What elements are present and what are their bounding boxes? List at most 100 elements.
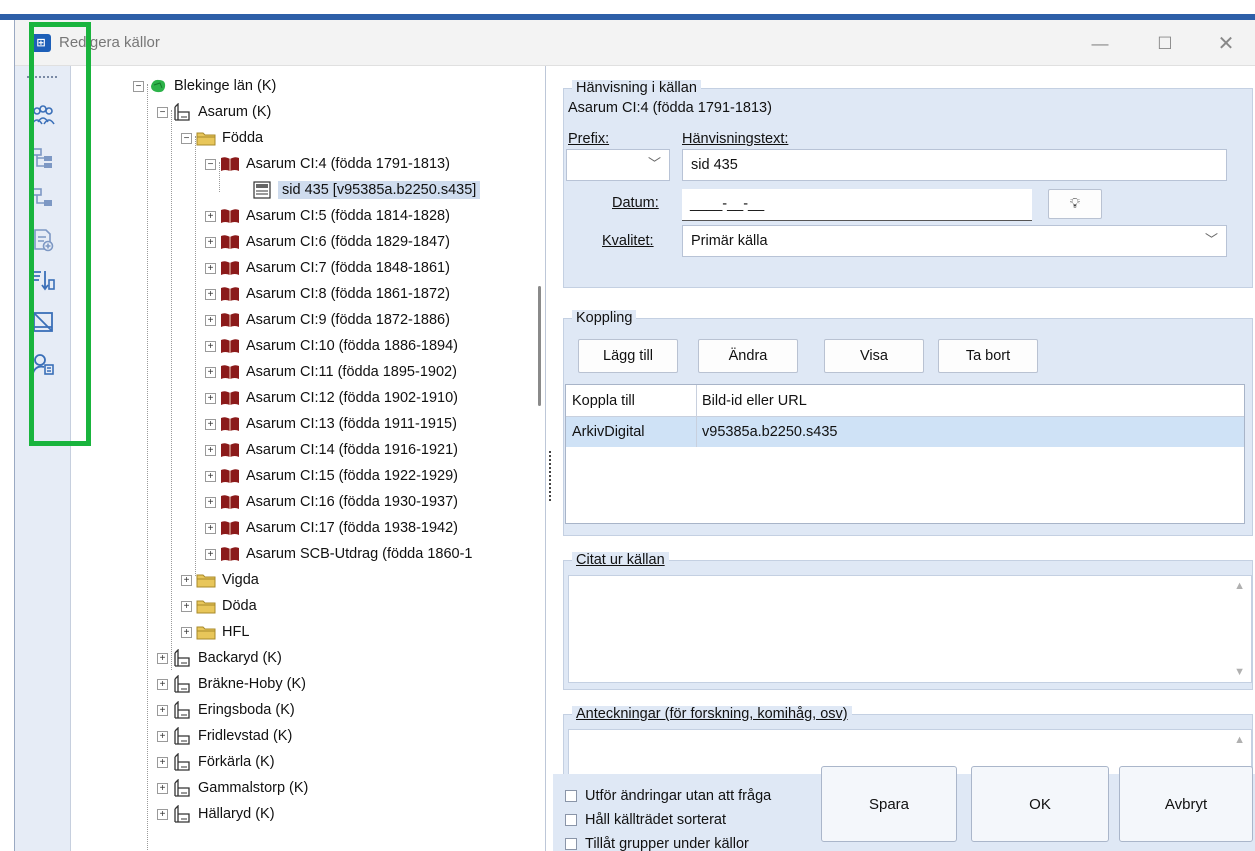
expand-icon[interactable]: +: [205, 418, 216, 430]
tree-item[interactable]: + Bräkne-Hoby (K): [157, 671, 306, 697]
expand-icon[interactable]: +: [205, 444, 216, 456]
tree-item[interactable]: + Förkärla (K): [157, 749, 275, 775]
edit-link-button[interactable]: Ändra: [698, 339, 798, 373]
tree-item[interactable]: + Asarum CI:10 (födda 1886-1894): [205, 333, 458, 359]
tree-item[interactable]: + Fridlevstad (K): [157, 723, 292, 749]
people-icon[interactable]: [29, 102, 57, 130]
close-button[interactable]: ✕: [1203, 30, 1249, 58]
tree-item[interactable]: − Asarum (K): [157, 99, 271, 125]
tree-item[interactable]: + Asarum CI:7 (födda 1848-1861): [205, 255, 450, 281]
collapse-icon[interactable]: −: [181, 132, 192, 144]
scroll-up-icon[interactable]: ▲: [1234, 734, 1245, 746]
tree-item[interactable]: + Backaryd (K): [157, 645, 282, 671]
sort-icon[interactable]: [29, 266, 57, 294]
tree-item[interactable]: + Hällaryd (K): [157, 801, 275, 827]
expand-icon[interactable]: +: [205, 392, 216, 404]
column-header-link-to[interactable]: Koppla till: [566, 385, 696, 416]
tree-item[interactable]: + Asarum CI:9 (födda 1872-1886): [205, 307, 450, 333]
expand-icon[interactable]: +: [157, 756, 168, 768]
tree-item[interactable]: + Asarum CI:14 (födda 1916-1921): [205, 437, 458, 463]
tree-item[interactable]: + Vigda: [181, 567, 259, 593]
quote-textarea[interactable]: ▲ ▼: [568, 575, 1252, 683]
expand-icon[interactable]: +: [205, 548, 216, 560]
show-link-button[interactable]: Visa: [824, 339, 924, 373]
keep-sorted-checkbox[interactable]: [565, 814, 577, 826]
tree-item[interactable]: + Asarum CI:15 (födda 1922-1929): [205, 463, 458, 489]
tree-item[interactable]: − Födda: [181, 125, 263, 151]
expand-icon[interactable]: +: [205, 236, 216, 248]
tree-item[interactable]: − Blekinge län (K): [133, 73, 276, 99]
expand-icon[interactable]: +: [157, 808, 168, 820]
tree-item[interactable]: + Asarum CI:11 (födda 1895-1902): [205, 359, 457, 385]
column-divider[interactable]: [696, 385, 697, 447]
folder-icon: [196, 597, 216, 615]
tree-item[interactable]: + Asarum CI:8 (födda 1861-1872): [205, 281, 450, 307]
date-input[interactable]: ____-__-__: [682, 189, 1032, 221]
tree-item[interactable]: + Gammalstorp (K): [157, 775, 308, 801]
table-row[interactable]: ArkivDigital v95385a.b2250.s435: [566, 417, 1244, 447]
add-document-icon[interactable]: [29, 226, 57, 254]
quality-select[interactable]: Primär källa ﹀: [682, 225, 1227, 257]
expand-icon[interactable]: +: [205, 288, 216, 300]
add-link-button[interactable]: Lägg till: [578, 339, 678, 373]
tree-child-icon[interactable]: [29, 184, 57, 212]
expand-icon[interactable]: +: [205, 470, 216, 482]
tree-item[interactable]: + Asarum CI:13 (födda 1911-1915): [205, 411, 457, 437]
minimize-button[interactable]: —: [1077, 30, 1123, 58]
prefix-select[interactable]: ﹀: [566, 149, 670, 181]
collapse-icon[interactable]: −: [133, 80, 144, 92]
allow-groups-checkbox-row[interactable]: Tillåt grupper under källor: [565, 836, 749, 851]
tree-structure-icon[interactable]: [29, 144, 57, 172]
ok-button[interactable]: OK: [971, 766, 1109, 842]
expand-icon[interactable]: +: [157, 704, 168, 716]
book-icon: [220, 545, 240, 563]
allow-groups-checkbox[interactable]: [565, 838, 577, 850]
delete-frame-icon[interactable]: [29, 308, 57, 336]
tree-item[interactable]: + Eringsboda (K): [157, 697, 295, 723]
cancel-button[interactable]: Avbryt: [1119, 766, 1253, 842]
tree-vertical-scrollbar[interactable]: [538, 286, 541, 406]
expand-icon[interactable]: +: [181, 626, 192, 638]
expand-icon[interactable]: +: [181, 574, 192, 586]
tree-item[interactable]: + Asarum CI:6 (födda 1829-1847): [205, 229, 450, 255]
expand-icon[interactable]: +: [205, 366, 216, 378]
scroll-up-icon[interactable]: ▲: [1234, 580, 1245, 592]
expand-icon[interactable]: +: [205, 522, 216, 534]
expand-icon[interactable]: +: [157, 652, 168, 664]
date-picker-button[interactable]: 💡︎: [1048, 189, 1102, 219]
expand-icon[interactable]: +: [157, 730, 168, 742]
tree-item[interactable]: + Asarum CI:5 (födda 1814-1828): [205, 203, 450, 229]
tree-item[interactable]: + Döda: [181, 593, 257, 619]
expand-icon[interactable]: +: [205, 210, 216, 222]
tree-item-label: sid 435 [v95385a.b2250.s435]: [278, 181, 481, 199]
tree-item[interactable]: + HFL: [181, 619, 249, 645]
splitter-grip[interactable]: [549, 451, 551, 501]
tree-item[interactable]: − Asarum CI:4 (födda 1791-1813): [205, 151, 450, 177]
expand-icon[interactable]: +: [157, 678, 168, 690]
expand-icon[interactable]: +: [181, 600, 192, 612]
toolbar-grip[interactable]: [27, 76, 57, 79]
column-header-image-id[interactable]: Bild-id eller URL: [696, 385, 1236, 416]
pane-splitter[interactable]: [545, 66, 553, 851]
tree-item[interactable]: sid 435 [v95385a.b2250.s435]: [237, 177, 481, 203]
collapse-icon[interactable]: −: [205, 158, 216, 170]
maximize-button[interactable]: ☐: [1142, 30, 1188, 58]
no-confirm-checkbox-row[interactable]: Utför ändringar utan att fråga: [565, 788, 771, 804]
keep-sorted-checkbox-row[interactable]: Håll källträdet sorterat: [565, 812, 726, 828]
remove-link-button[interactable]: Ta bort: [938, 339, 1038, 373]
expand-icon[interactable]: +: [205, 340, 216, 352]
expand-icon[interactable]: +: [205, 496, 216, 508]
save-button[interactable]: Spara: [821, 766, 957, 842]
tree-item[interactable]: + Asarum CI:16 (födda 1930-1937): [205, 489, 458, 515]
search-person-icon[interactable]: [29, 350, 57, 378]
scroll-down-icon[interactable]: ▼: [1234, 666, 1245, 678]
expand-icon[interactable]: +: [205, 262, 216, 274]
expand-icon[interactable]: +: [205, 314, 216, 326]
reference-text-input[interactable]: sid 435: [682, 149, 1227, 181]
tree-item[interactable]: + Asarum CI:17 (födda 1938-1942): [205, 515, 458, 541]
collapse-icon[interactable]: −: [157, 106, 168, 118]
expand-icon[interactable]: +: [157, 782, 168, 794]
tree-item[interactable]: + Asarum SCB-Utdrag (födda 1860-1: [205, 541, 472, 567]
no-confirm-checkbox[interactable]: [565, 790, 577, 802]
tree-item[interactable]: + Asarum CI:12 (födda 1902-1910): [205, 385, 458, 411]
